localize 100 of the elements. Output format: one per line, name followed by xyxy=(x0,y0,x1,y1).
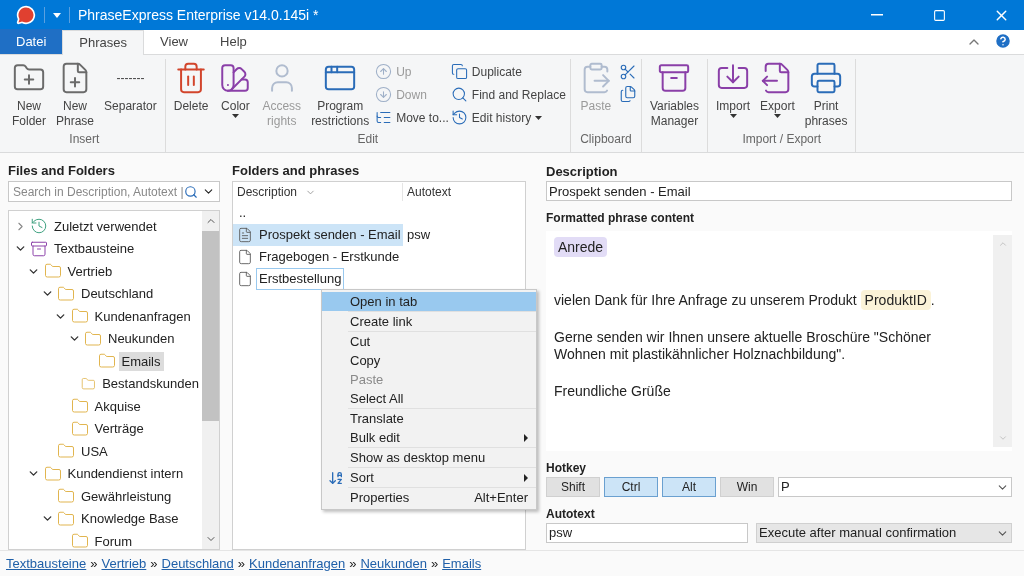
ribbon-button[interactable]: Import xyxy=(712,59,755,130)
breadcrumb-separator: » xyxy=(90,554,98,573)
menu-item[interactable]: Properties Alt+Enter xyxy=(322,488,536,507)
phrase-row[interactable]: Erstbestellung xyxy=(257,269,344,289)
modifier-toggle[interactable]: Alt xyxy=(662,477,716,497)
key-dropdown[interactable]: P xyxy=(778,477,1012,497)
clock-icon xyxy=(30,217,48,236)
folder-icon xyxy=(70,397,89,416)
modifier-toggle[interactable]: Ctrl xyxy=(604,477,658,497)
phrase-editor[interactable]: Anrede vielen Dank für Ihre Anfrage zu unserem Produkt ProduktID . Gerne senden wir Ihnen unsere aktuelle Broschüre "Schöner Wohnen mit plastikähnlicher Holznachbildung". Freundliche Grüße xyxy=(546,231,1012,451)
tree-item[interactable]: Knowledge Base xyxy=(78,509,182,529)
search-icon xyxy=(450,86,468,103)
dropdown-caret-icon xyxy=(535,115,543,120)
tree-item[interactable]: Kundendienst intern xyxy=(64,464,187,484)
copy-icon xyxy=(618,85,637,103)
document-icon xyxy=(237,271,253,287)
ribbon-button[interactable]: Program restrictions xyxy=(307,59,374,130)
tree-item[interactable]: USA xyxy=(78,441,111,461)
ribbon-button[interactable]: New Folder xyxy=(8,59,50,130)
phrase-text: Freundliche Grüße xyxy=(554,383,671,399)
menu-item[interactable]: Open in tab xyxy=(322,292,536,311)
tree-item[interactable]: Verträge xyxy=(91,419,147,439)
text-document-icon xyxy=(237,227,253,243)
tree-item[interactable]: Forum xyxy=(91,531,136,549)
ribbon-tab[interactable]: Help xyxy=(204,29,263,54)
breadcrumb-link[interactable]: Emails xyxy=(442,553,482,574)
ribbon-small-button[interactable]: Edit history xyxy=(450,107,566,128)
tree-item[interactable]: Zuletzt verwendet xyxy=(51,216,160,236)
ribbon-button[interactable]: Export xyxy=(756,59,799,130)
breadcrumb-link[interactable]: Textbausteine xyxy=(6,553,87,574)
menu-item[interactable]: Create link xyxy=(322,312,536,331)
breadcrumb-separator: » xyxy=(150,554,158,573)
panel-title: Files and Folders xyxy=(8,162,116,180)
phrase-row[interactable]: .. xyxy=(237,203,249,223)
field-label: Formatted phrase content xyxy=(546,210,696,227)
box-icon xyxy=(30,239,48,258)
breadcrumb-separator: » xyxy=(430,554,439,573)
tree-item[interactable]: Bestandskunden xyxy=(99,374,202,394)
ribbon-button[interactable]: Delete xyxy=(169,59,213,130)
menu-item[interactable]: Translate xyxy=(322,409,536,428)
column-header[interactable]: Description xyxy=(233,183,403,201)
tree-item[interactable]: Kundenanfragen xyxy=(91,306,194,326)
variable-chip[interactable]: Anrede xyxy=(554,237,608,257)
autotext-mode-dropdown[interactable]: Execute after manual confirmation xyxy=(756,523,1012,543)
tree-item[interactable]: Emails xyxy=(118,351,164,371)
speech-bubble-icon[interactable] xyxy=(16,5,36,25)
group-label: Edit xyxy=(356,131,380,148)
breadcrumb-link[interactable]: Neukunden xyxy=(360,553,427,574)
field-label: Hotkey xyxy=(546,460,587,477)
ribbon-small-button[interactable]: Duplicate xyxy=(450,61,566,82)
folder-icon xyxy=(70,532,89,549)
folder-icon xyxy=(57,509,75,528)
dropdown-caret-icon[interactable] xyxy=(53,12,61,18)
breadcrumb-link[interactable]: Kundenanfragen xyxy=(249,553,346,574)
ribbon-button[interactable]: Variables Manager xyxy=(645,59,704,152)
tree-item[interactable]: Neukunden xyxy=(105,329,178,349)
copy-button[interactable] xyxy=(618,85,637,103)
phrase-row[interactable]: Fragebogen - Erstkunde xyxy=(257,247,402,267)
minimize-icon xyxy=(871,14,883,16)
tree-item[interactable]: Textbausteine xyxy=(51,239,138,259)
description-field[interactable]: Prospekt senden - Email xyxy=(546,181,1012,201)
tree-item[interactable]: Deutschland xyxy=(78,284,157,304)
ribbon-small-button[interactable]: Find and Replace xyxy=(450,84,566,105)
tree-item[interactable]: Vertrieb xyxy=(64,261,116,281)
breadcrumb-separator: » xyxy=(237,554,246,573)
search-icon[interactable] xyxy=(184,184,198,199)
modifier-toggle[interactable]: Shift xyxy=(546,477,600,497)
tree-item[interactable]: Akquise xyxy=(91,396,144,416)
ribbon-button[interactable]: Print phrases xyxy=(800,59,852,130)
search-field[interactable]: Search in Description, Autotext | xyxy=(8,181,220,202)
modifier-toggle[interactable]: Win xyxy=(720,477,774,497)
autotext-field[interactable]: psw xyxy=(546,523,748,543)
breadcrumb-link[interactable]: Vertrieb xyxy=(101,553,147,574)
ribbon-tab[interactable]: View xyxy=(144,29,204,54)
scissors-button[interactable] xyxy=(618,63,637,81)
ribbon-small-button[interactable]: Move to... xyxy=(375,107,449,128)
window-title: PhraseExpress Enterprise v14.0.145i * xyxy=(78,5,319,25)
ribbon-tab[interactable]: Phrases xyxy=(62,30,145,55)
menu-item[interactable]: Copy xyxy=(322,351,536,370)
menu-item[interactable]: Bulk edit xyxy=(322,428,536,447)
tree-item[interactable]: Gewährleistung xyxy=(78,486,175,506)
ribbon-button[interactable]: New Phrase xyxy=(52,59,99,130)
breadcrumb-link[interactable]: Deutschland xyxy=(161,553,234,574)
scrollbar[interactable] xyxy=(202,211,219,549)
column-header[interactable]: Autotext xyxy=(403,183,452,201)
menu-item[interactable]: Show as desktop menu xyxy=(322,448,536,467)
ribbon-button[interactable]: ------- Separator xyxy=(100,59,161,130)
dropdown-caret-icon xyxy=(729,114,737,118)
tree-list-icon xyxy=(375,109,393,126)
folder-icon xyxy=(43,464,62,483)
menu-item[interactable]: Select All xyxy=(322,389,536,408)
sort-icon xyxy=(328,469,344,486)
menu-item[interactable]: Cut xyxy=(322,332,536,351)
ribbon-tab[interactable]: Datei xyxy=(0,29,63,54)
ribbon-button[interactable]: Color xyxy=(214,59,257,130)
menu-item[interactable]: Sort xyxy=(322,468,536,487)
variable-chip[interactable]: ProduktID xyxy=(860,290,931,310)
printer-icon xyxy=(809,61,844,95)
folder-icon xyxy=(84,329,102,348)
help-icon[interactable] xyxy=(994,32,1012,50)
